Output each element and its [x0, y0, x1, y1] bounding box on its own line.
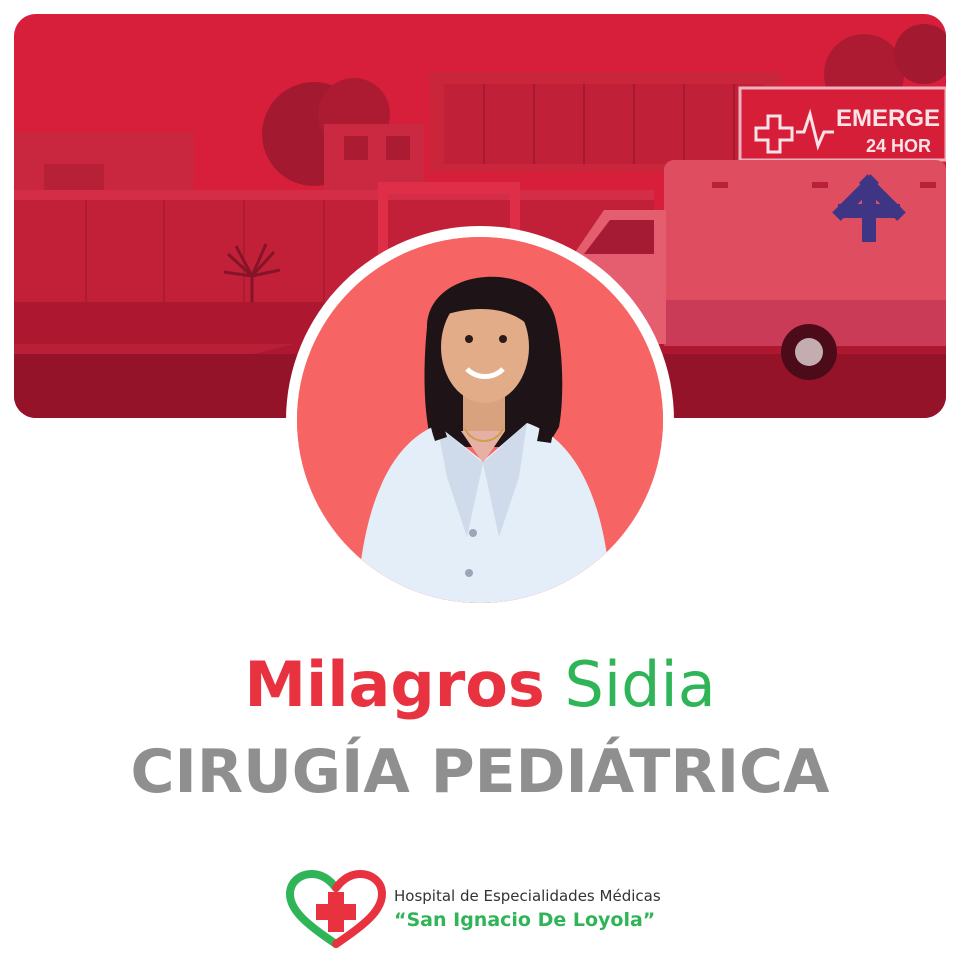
doctor-portrait: [297, 237, 663, 603]
hospital-name-line2: “San Ignacio De Loyola”: [394, 909, 656, 931]
doctor-name: Milagros Sidia: [0, 642, 960, 728]
doctor-specialty: CIRUGÍA PEDIÁTRICA: [130, 737, 830, 807]
doctor-last-name: Sidia: [564, 648, 716, 721]
heart-cross-icon: [286, 870, 386, 950]
doctor-avatar: [297, 237, 663, 603]
hospital-name-line1: Hospital de Especialidades Médicas: [394, 887, 661, 905]
doctor-first-name: Milagros: [244, 648, 545, 721]
